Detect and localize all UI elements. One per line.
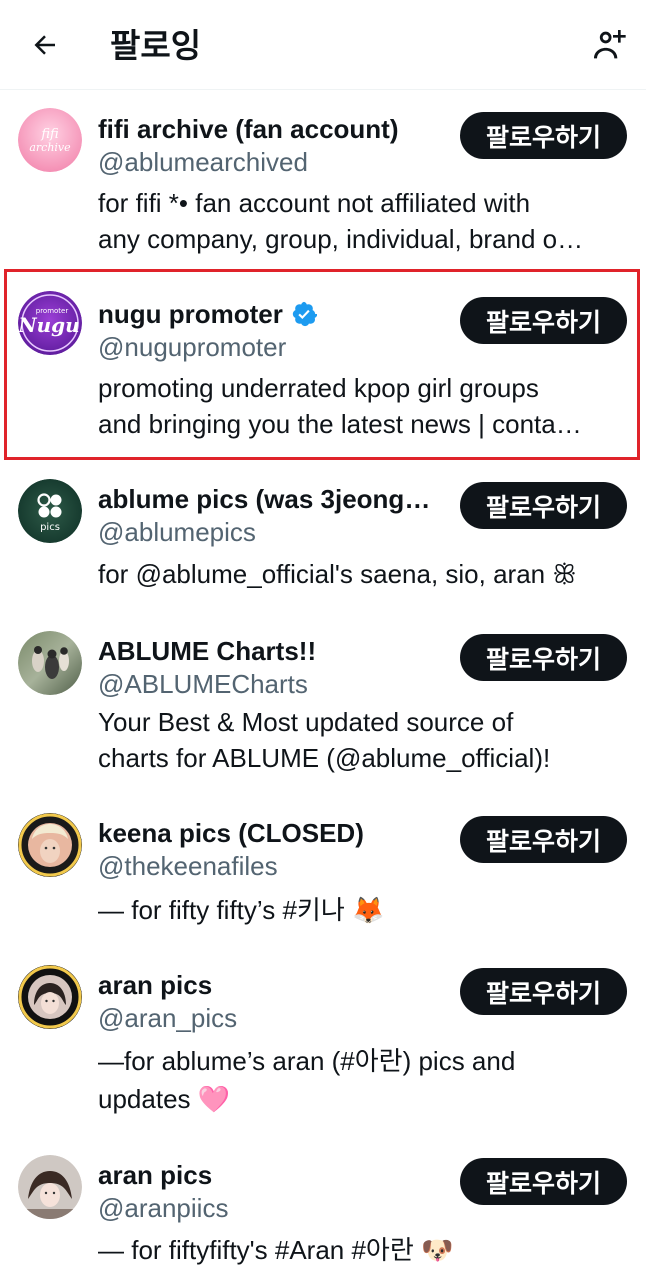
user-bio: — for fifty fifty’s #키나 🦊	[98, 895, 385, 925]
follow-button[interactable]: 팔로우하기	[460, 816, 627, 863]
avatar[interactable]	[18, 813, 82, 877]
follow-button[interactable]: 팔로우하기	[460, 482, 627, 529]
avatar[interactable]: pics	[18, 479, 82, 543]
user-handle: @ablumepics	[98, 517, 256, 547]
user-handle: @ablumearchived	[98, 147, 308, 177]
top-bar: 팔로잉	[0, 0, 646, 90]
follow-button[interactable]: 팔로우하기	[460, 1158, 627, 1205]
follow-button[interactable]: 팔로우하기	[460, 297, 627, 344]
user-handle: @nugupromoter	[98, 332, 287, 362]
add-user-button[interactable]	[584, 20, 634, 70]
page-title: 팔로잉	[110, 27, 202, 64]
arrow-left-icon	[34, 35, 55, 55]
list-item[interactable]: pics ablume pics (was 3jeong… @ablumepic…	[0, 479, 646, 602]
user-bio: Your Best & Most updated source of chart…	[98, 707, 551, 773]
user-handle: @aran_pics	[98, 1003, 238, 1033]
verified-badge-icon	[291, 301, 317, 327]
user-bio: for @ablume_official's saena, sio, aran …	[98, 559, 577, 589]
display-name[interactable]: aran pics	[98, 1158, 212, 1192]
add-user-icon	[594, 30, 626, 59]
list-item[interactable]: promoter Nugu nugu promoter @nugupromote…	[0, 291, 646, 447]
user-bio: — for fiftyfifty's #Aran #아란 🐶	[98, 1235, 454, 1265]
list-item[interactable]: ABLUME Charts!! @ABLUMECharts Your Best …	[0, 631, 646, 784]
svg-text:pics: pics	[40, 522, 60, 533]
user-handle: @aranpiics	[98, 1193, 229, 1223]
avatar[interactable]	[18, 1155, 82, 1219]
display-name[interactable]: ABLUME Charts!!	[98, 634, 316, 668]
follow-button[interactable]: 팔로우하기	[460, 968, 627, 1015]
svg-text:archive: archive	[29, 141, 71, 154]
avatar[interactable]: fifi archive	[18, 108, 82, 172]
display-name[interactable]: keena pics (CLOSED)	[98, 816, 364, 850]
list-item[interactable]: aran pics @aranpiics — for fiftyfifty's …	[0, 1155, 646, 1278]
follow-button[interactable]: 팔로우하기	[460, 634, 627, 681]
avatar[interactable]: promoter Nugu	[18, 291, 82, 355]
user-bio: for fifi *• fan account not affiliated w…	[98, 188, 584, 254]
user-bio: promoting underrated kpop girl groups an…	[98, 373, 582, 439]
avatar[interactable]	[18, 965, 82, 1029]
svg-text:Nugu: Nugu	[18, 313, 80, 337]
list-item[interactable]: keena pics (CLOSED) @thekeenafiles — for…	[0, 813, 646, 936]
list-item[interactable]: fifi archive fifi archive (fan account) …	[0, 108, 646, 262]
display-name[interactable]: nugu promoter	[98, 297, 317, 331]
follow-button[interactable]: 팔로우하기	[460, 112, 627, 159]
user-bio: —for ablume’s aran (#아란) pics and update…	[98, 1046, 516, 1114]
display-name[interactable]: aran pics	[98, 968, 212, 1002]
display-name[interactable]: fifi archive (fan account)	[98, 112, 399, 146]
user-handle: @thekeenafiles	[98, 851, 278, 881]
display-name[interactable]: ablume pics (was 3jeong…	[98, 482, 430, 516]
user-handle: @ABLUMECharts	[98, 669, 308, 699]
avatar[interactable]	[18, 631, 82, 695]
back-button[interactable]	[22, 22, 68, 68]
list-item[interactable]: aran pics @aran_pics —for ablume’s aran …	[0, 965, 646, 1118]
svg-text:fifi: fifi	[40, 127, 58, 142]
